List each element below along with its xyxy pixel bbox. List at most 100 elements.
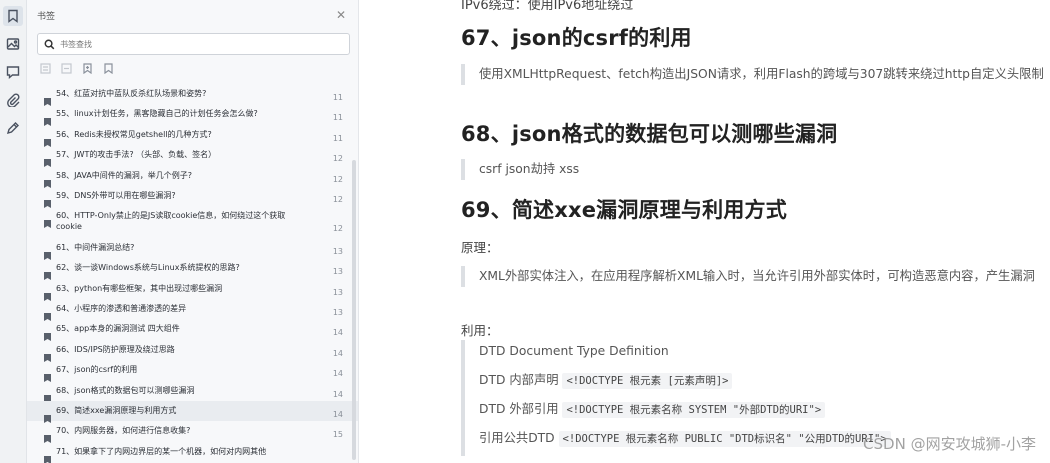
bookmark-item[interactable]: 65、app本身的漏洞测试 四大组件 14 (27, 319, 358, 342)
quote-68: csrf json劫持 xss (461, 159, 1050, 180)
bookmark-page: 14 (332, 369, 343, 379)
heading-67: 67、json的csrf的利用 (461, 26, 692, 50)
document-view: IPv6绕过：使用IPv6地址绕过 67、json的csrf的利用 使用XMLH… (359, 0, 1050, 463)
bookmark-page: 13 (332, 267, 343, 277)
bookmark-label: 61、中间件漏洞总结? (56, 242, 135, 252)
pen-icon (6, 122, 19, 135)
bookmark-item[interactable]: 58、JAVA中间件的漏洞，举几个例子? 12 (27, 166, 358, 188)
bookmark-icon (44, 286, 51, 301)
bookmark-item[interactable]: 70、内网服务器，如何进行信息收集? 15 (27, 421, 358, 444)
bookmark-item[interactable]: 71、如果拿下了内网边界层的某一个机器，如何对内网其他 (27, 442, 358, 463)
bookmark-item[interactable]: 64、小程序的渗透和普通渗透的差异 13 (27, 299, 358, 322)
bookmark-rail-button[interactable] (3, 6, 23, 26)
bookmark-label: 57、JWT的攻击手法? （头部、负载、签名） (56, 150, 217, 160)
heading-68: 68、json格式的数据包可以测哪些漏洞 (461, 122, 838, 146)
bookmark-label: 68、json格式的数据包可以测哪些漏洞 (56, 385, 195, 395)
bookmark-page: 14 (332, 328, 343, 338)
close-icon[interactable]: ✕ (334, 8, 348, 22)
line-text: 引用公共DTD (479, 431, 559, 445)
pdf-reader: 书签 ✕ 54、红蓝对抗中蓝队反杀红队场景和姿势? 11 55、linux计划任务… (0, 0, 1050, 463)
bookmark-label: 70、内网服务器，如何进行信息收集? (56, 426, 191, 436)
bookmark-label: 55、linux计划任务，黑客隐藏自己的计划任务会怎么做? (56, 109, 258, 119)
bookmark-label: 56、Redis未授权常见getshell的几种方式? (56, 129, 212, 139)
panel-title: 书签 (37, 11, 56, 22)
bookmark-item[interactable]: 61、中间件漏洞总结? 13 (27, 238, 358, 260)
heading-69: 69、简述xxe漏洞原理与利用方式 (461, 198, 787, 222)
bookmark-page: 11 (332, 133, 343, 143)
bookmark-icon (44, 347, 51, 362)
add-bookmark-button[interactable] (81, 62, 94, 75)
bookmark-item[interactable]: 59、DNS外带可以用在哪些漏洞? 12 (27, 186, 358, 208)
expand-all-icon (40, 62, 51, 74)
bookmark-item[interactable]: 63、python有哪些框架，其中出现过哪些漏洞 13 (27, 279, 358, 301)
comment-rail-button[interactable] (3, 62, 23, 82)
image-icon (6, 38, 20, 50)
bookmark-item[interactable]: 62、谈一谈Windows系统与Linux系统提权的思路? 13 (27, 258, 358, 281)
bookmark-icon (44, 193, 51, 208)
bookmark-icon (44, 173, 51, 188)
bookmark-label: 64、小程序的渗透和普通渗透的差异 (56, 304, 187, 314)
inline-code: <!DOCTYPE 根元素名称 PUBLIC "DTD标识名" "公用DTD的U… (558, 431, 891, 447)
attachment-rail-button[interactable] (3, 90, 23, 110)
bookmark-page: 12 (332, 194, 343, 204)
bookmark-item[interactable]: 67、json的csrf的利用 14 (27, 360, 358, 383)
bookmark-item[interactable]: 55、linux计划任务，黑客隐藏自己的计划任务会怎么做? 11 (27, 104, 358, 127)
collapse-all-button[interactable] (60, 62, 73, 75)
bookmark-label: 69、简述xxe漏洞原理与利用方式 (56, 405, 177, 415)
bookmark-label: 67、json的csrf的利用 (56, 365, 138, 375)
quote-67: 使用XMLHttpRequest、fetch构造出JSON请求，利用Flash的… (461, 64, 1050, 85)
bookmark-scrollbar[interactable] (352, 160, 356, 460)
bookmark-page: 12 (332, 154, 343, 164)
partial-text: IPv6绕过：使用IPv6地址绕过 (461, 0, 634, 13)
inline-code: <!DOCTYPE 根元素名称 SYSTEM "外部DTD的URI"> (562, 402, 826, 418)
signature-rail-button[interactable] (3, 118, 23, 138)
quote-69: XML外部实体注入，在应用程序解析XML输入时，当允许引用外部实体时，可构造恶意… (461, 266, 1050, 287)
dtd-definition-line: DTD Document Type Definition (479, 340, 1050, 369)
add-bookmark-icon (83, 62, 92, 74)
bookmark-item[interactable]: 54、红蓝对抗中蓝队反杀红队场景和姿势? 11 (27, 84, 358, 106)
bookmark-page: 12 (332, 224, 343, 234)
bookmark-icon (44, 213, 51, 229)
bookmark-item[interactable]: 66、IDS/IPS防护原理及绕过思路 14 (27, 340, 358, 362)
bookmark-icon (44, 265, 51, 281)
line-text: DTD 内部声明 (479, 373, 563, 387)
bookmark-list: 54、红蓝对抗中蓝队反杀红队场景和姿势? 11 55、linux计划任务，黑客隐藏… (27, 84, 358, 463)
panel-header: 书签 ✕ (27, 0, 358, 30)
bookmark-label: 54、红蓝对抗中蓝队反杀红队场景和姿势? (56, 89, 207, 98)
bookmark-icon (44, 111, 51, 127)
comment-icon (6, 66, 20, 79)
bookmark-label: 63、python有哪些框架，其中出现过哪些漏洞 (56, 283, 223, 293)
bookmark-icon (44, 408, 51, 423)
bookmark-icon (44, 132, 51, 147)
bookmark-icon (44, 449, 51, 463)
search-input[interactable] (60, 39, 320, 49)
bookmark-search[interactable] (37, 33, 350, 55)
bookmark-item[interactable]: 60、HTTP-Only禁止的是JS读取cookie信息，如何绕过这个获取coo… (27, 206, 358, 238)
bookmark-label: 71、如果拿下了内网边界层的某一个机器，如何对内网其他 (56, 446, 267, 456)
bookmark-label: 65、app本身的漏洞测试 四大组件 (56, 324, 180, 334)
bookmark-page: 15 (332, 430, 343, 440)
line-text: DTD 外部引用 (479, 402, 563, 416)
bookmark-label: 62、谈一谈Windows系统与Linux系统提权的思路? (56, 263, 240, 273)
bookmark-icon (44, 152, 51, 168)
bookmark-outline-icon (104, 62, 113, 74)
bookmark-page: 13 (332, 308, 343, 318)
dtd-external-line: DTD 外部引用 <!DOCTYPE 根元素名称 SYSTEM "外部DTD的U… (479, 398, 1050, 427)
bookmark-page: 14 (332, 409, 343, 419)
bookmark-item[interactable]: 56、Redis未授权常见getshell的几种方式? 11 (27, 125, 358, 147)
bookmark-label: 60、HTTP-Only禁止的是JS读取cookie信息，如何绕过这个获取coo… (56, 211, 286, 231)
inline-code: <!DOCTYPE 根元素 [元素声明]> (562, 373, 733, 389)
bookmark-item[interactable]: 57、JWT的攻击手法? （头部、负载、签名） 12 (27, 145, 358, 168)
search-icon (44, 39, 55, 49)
bookmark-item[interactable]: 68、json格式的数据包可以测哪些漏洞 14 (27, 381, 358, 403)
thumbnail-rail-button[interactable] (3, 34, 23, 54)
bookmark-page: 13 (332, 287, 343, 297)
collapse-all-icon (61, 62, 72, 74)
bookmark-icon (44, 245, 51, 260)
bookmark-label: 59、DNS外带可以用在哪些漏洞? (56, 190, 176, 200)
bookmark-panel: 书签 ✕ 54、红蓝对抗中蓝队反杀红队场景和姿势? 11 55、linux计划任务… (27, 0, 359, 463)
bookmark-item-selected[interactable]: 69、简述xxe漏洞原理与利用方式 14 (27, 400, 358, 423)
side-rail (0, 0, 27, 463)
expand-all-button[interactable] (39, 62, 52, 75)
bookmark-settings-button[interactable] (102, 62, 115, 75)
